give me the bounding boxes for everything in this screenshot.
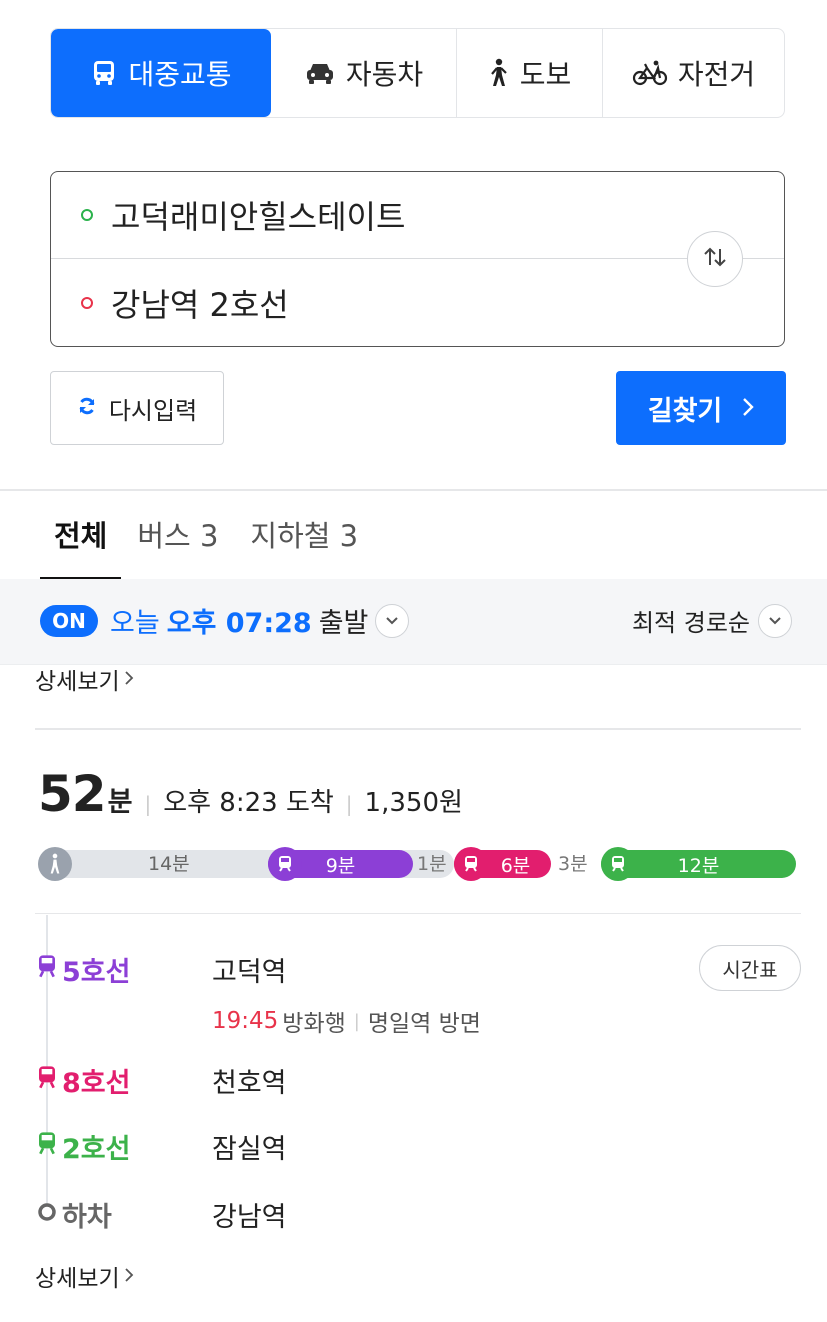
refresh-icon: [77, 394, 97, 422]
chevron-right-icon: [124, 1263, 134, 1289]
train-direction: 방화행: [282, 1011, 346, 1037]
line-name: 2호선: [62, 1134, 131, 1165]
swap-route-button[interactable]: [687, 231, 743, 287]
bicycle-icon: [632, 59, 668, 87]
arrival-time: 오후 8:23 도착: [163, 788, 334, 818]
subway-icon: [36, 1065, 58, 1096]
mode-tab-label: 자전거: [677, 58, 756, 91]
mode-tab-car[interactable]: 자동차: [271, 29, 457, 117]
transfer-wait-1: 1분: [417, 853, 447, 875]
chevron-right-icon: [124, 666, 134, 692]
detail-link[interactable]: 상세보기: [35, 1259, 134, 1293]
platform-direction: 명일역 방면: [367, 1011, 481, 1037]
line2-duration: 12분: [677, 854, 720, 877]
search-route-button[interactable]: 길찾기: [616, 371, 786, 445]
line-name: 하차: [62, 1202, 112, 1233]
duration-value: 52: [38, 765, 107, 823]
station-name: 강남역: [212, 1202, 287, 1233]
departure-on-badge[interactable]: ON: [40, 605, 98, 637]
origin-field[interactable]: 고덕래미안힐스테이트: [51, 172, 784, 259]
walk-duration: 14분: [148, 853, 190, 875]
transport-mode-tabs: 대중교통 자동차 도보 자전거: [50, 28, 785, 118]
reset-label: 다시입력: [108, 396, 198, 425]
swap-arrows-icon: [700, 245, 730, 273]
step-line-label: 2호선: [36, 1127, 212, 1166]
alight-circle-icon: [36, 1199, 58, 1230]
subway-icon: [454, 847, 488, 881]
station-name: 천호역: [212, 1068, 287, 1099]
search-label: 길찾기: [647, 395, 723, 427]
departure-time: 오후 07:28: [166, 608, 312, 639]
timetable-button[interactable]: 시간표: [699, 945, 801, 991]
step-line-label: 5호선: [36, 950, 212, 989]
step-line5[interactable]: 5호선 고덕역: [36, 950, 287, 989]
mode-tab-label: 자동차: [345, 58, 424, 91]
step-line5-detail: 19:45 방화행 | 명일역 방면: [212, 1004, 481, 1038]
transfer-wait-2: 3분: [558, 853, 588, 875]
step-line8[interactable]: 8호선 천호역: [36, 1061, 287, 1100]
step-line-label: 8호선: [36, 1061, 212, 1100]
detail-link-label: 상세보기: [35, 669, 120, 695]
line-name: 5호선: [62, 957, 131, 988]
station-name: 고덕역: [212, 957, 287, 988]
steps-divider: [35, 913, 801, 914]
mode-tab-bicycle[interactable]: 자전거: [603, 29, 784, 117]
subway-icon: [36, 1131, 58, 1162]
subway-icon: [36, 954, 58, 985]
detail-link-label: 상세보기: [35, 1266, 120, 1292]
line-name: 8호선: [62, 1068, 131, 1099]
departure-time-selector[interactable]: 오늘 오후 07:28 출발: [110, 601, 410, 640]
result-divider: [35, 728, 801, 730]
route-summary: 52 분 | 오후 8:23 도착 | 1,350원: [38, 765, 463, 823]
section-divider: [0, 489, 827, 491]
chevron-right-icon: [742, 393, 754, 424]
duration-unit: 분: [107, 787, 133, 818]
detail-link-previous[interactable]: 상세보기: [35, 662, 134, 696]
step-line2[interactable]: 2호선 잠실역: [36, 1127, 287, 1166]
departure-day: 오늘: [110, 608, 160, 639]
walk-icon: [38, 847, 72, 881]
origin-text: 고덕래미안힐스테이트: [111, 198, 406, 236]
sort-selector[interactable]: 최적 경로순: [632, 603, 792, 638]
departure-time: 19:45: [212, 1008, 279, 1034]
mode-tab-label: 대중교통: [128, 58, 232, 91]
chevron-down-icon: [758, 603, 792, 638]
walk-icon: [488, 58, 510, 88]
destination-text: 강남역 2호선: [111, 285, 289, 324]
tab-all[interactable]: 전체: [40, 514, 122, 580]
separator: |: [144, 792, 152, 816]
tab-subway[interactable]: 지하철 3: [234, 514, 374, 580]
departure-suffix: 출발: [318, 608, 369, 639]
route-segment-bar: 14분 9분 1분 6분 3분 12분: [38, 847, 798, 881]
sort-label: 최적 경로순: [631, 609, 750, 637]
station-name: 잠실역: [212, 1134, 287, 1165]
separator: |: [345, 792, 353, 816]
route-input-box: 고덕래미안힐스테이트 강남역 2호선: [50, 171, 785, 347]
subway-icon: [601, 847, 635, 881]
step-line-label: 하차: [36, 1195, 212, 1234]
chevron-down-icon: [375, 603, 410, 638]
origin-marker-icon: [81, 209, 93, 221]
result-filter-tabs: 전체 버스 3 지하철 3: [40, 514, 374, 580]
bus-icon: [90, 59, 118, 87]
departure-options-bar: ON 오늘 오후 07:28 출발 최적 경로순: [0, 579, 827, 665]
separator: |: [353, 1010, 360, 1032]
destination-marker-icon: [81, 296, 93, 309]
line5-duration: 9분: [325, 854, 356, 877]
car-icon: [304, 59, 336, 87]
destination-field[interactable]: 강남역 2호선: [51, 259, 784, 346]
fare: 1,350원: [364, 788, 463, 818]
mode-tab-transit[interactable]: 대중교통: [51, 29, 271, 117]
mode-tab-walk[interactable]: 도보: [457, 29, 603, 117]
subway-icon: [268, 847, 302, 881]
reset-input-button[interactable]: 다시입력: [50, 371, 224, 445]
mode-tab-label: 도보: [519, 58, 572, 91]
tab-bus[interactable]: 버스 3: [121, 514, 234, 580]
step-alight[interactable]: 하차 강남역: [36, 1195, 287, 1234]
